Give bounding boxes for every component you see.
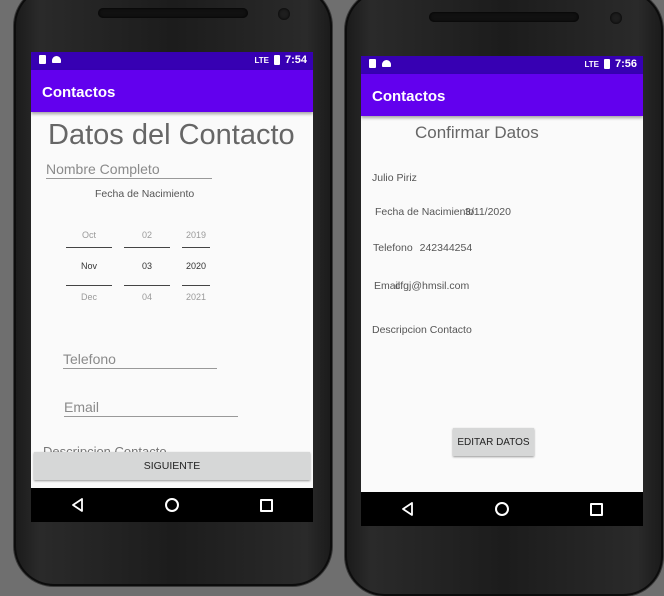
recents-icon[interactable] (589, 502, 603, 516)
name-input-placeholder: Nombre Completo (46, 161, 160, 177)
phone-input-placeholder: Telefono (63, 351, 116, 367)
status-bar: LTE 7:54 (31, 52, 313, 70)
screen-datos-contacto: LTE 7:54 Contactos Datos del Contacto No… (31, 52, 313, 522)
birth-date-label: Fecha de Nacimiento (95, 188, 195, 200)
month-divider-top (66, 247, 112, 248)
back-icon[interactable] (71, 498, 85, 512)
day-divider-bottom (124, 285, 170, 286)
next-button[interactable]: SIGUIENTE (34, 452, 310, 480)
back-icon[interactable] (401, 502, 415, 516)
birth-date-label: Fecha de Nacimiento (375, 206, 475, 218)
app-bar: Contactos (361, 74, 643, 116)
day-prev: 02 (141, 230, 152, 240)
year-picker[interactable]: 2019 (182, 230, 210, 240)
year-selected: 2020 (185, 261, 207, 271)
app-title: Contactos (42, 84, 116, 101)
month-selected-wrap: Nov (66, 261, 112, 271)
month-next-wrap: Dec (66, 292, 112, 302)
camera-icon (278, 8, 290, 20)
month-next: Dec (80, 292, 97, 302)
signal-icon: LTE (254, 55, 269, 65)
year-next-wrap: 2021 (182, 292, 210, 302)
home-icon[interactable] (165, 498, 180, 512)
navigation-bar (361, 492, 643, 526)
month-prev: Oct (81, 230, 96, 240)
app-bar: Contactos (31, 70, 313, 112)
birth-date-value: 3/11/2020 (465, 206, 511, 218)
home-icon[interactable] (495, 502, 510, 516)
camera-icon (610, 12, 622, 24)
email-value: cfgj@hmsil.com (395, 280, 470, 292)
signal-icon: LTE (584, 59, 599, 69)
status-bar: LTE 7:56 (361, 56, 643, 74)
name-input[interactable]: Nombre Completo (46, 161, 212, 179)
screen-confirmar-datos: LTE 7:56 Contactos Confirmar Datos Julio… (361, 56, 643, 526)
email-row: Email cfgj@hmsil.com (374, 280, 534, 292)
phone-device-left: LTE 7:54 Contactos Datos del Contacto No… (14, 0, 332, 586)
notification-icon (39, 55, 46, 64)
day-next-wrap: 04 (124, 292, 170, 302)
day-next: 04 (141, 292, 152, 302)
edit-button[interactable]: EDITAR DATOS (453, 428, 534, 456)
day-divider-top (124, 247, 170, 248)
year-divider-bottom (182, 285, 210, 286)
phone-value: 242344254 (419, 242, 473, 254)
android-icon (52, 56, 61, 63)
year-divider-top (182, 247, 210, 248)
day-picker[interactable]: 02 (124, 230, 170, 240)
month-selected: Nov (80, 261, 97, 271)
android-icon (382, 60, 391, 67)
speaker-grille (98, 8, 248, 18)
page-title: Datos del Contacto (48, 119, 295, 151)
day-selected: 03 (141, 261, 152, 271)
year-next: 2021 (185, 292, 207, 302)
phone-device-right: LTE 7:56 Contactos Confirmar Datos Julio… (345, 0, 663, 596)
notification-icon (369, 59, 376, 68)
month-divider-bottom (66, 285, 112, 286)
recents-icon[interactable] (259, 498, 273, 512)
status-time: 7:56 (614, 58, 637, 70)
battery-icon (273, 55, 280, 65)
description-label: Descripcion Contacto (372, 324, 472, 336)
month-picker[interactable]: Oct (66, 230, 112, 240)
year-selected-wrap: 2020 (182, 261, 210, 271)
phone-label: Telefono (373, 242, 413, 254)
app-title: Contactos (372, 88, 446, 105)
page-title: Confirmar Datos (415, 123, 539, 142)
contact-name: Julio Piriz (372, 172, 417, 184)
email-input[interactable]: Email (64, 399, 238, 417)
year-prev: 2019 (185, 230, 207, 240)
phone-row: Telefono 242344254 (373, 242, 472, 254)
navigation-bar (31, 488, 313, 522)
status-time: 7:54 (284, 54, 307, 66)
speaker-grille (429, 12, 579, 22)
battery-icon (603, 59, 610, 69)
email-input-placeholder: Email (64, 399, 100, 415)
birth-date-row: Fecha de Nacimiento 3/11/2020 (375, 206, 535, 218)
day-selected-wrap: 03 (124, 261, 170, 271)
phone-input[interactable]: Telefono (63, 351, 217, 369)
